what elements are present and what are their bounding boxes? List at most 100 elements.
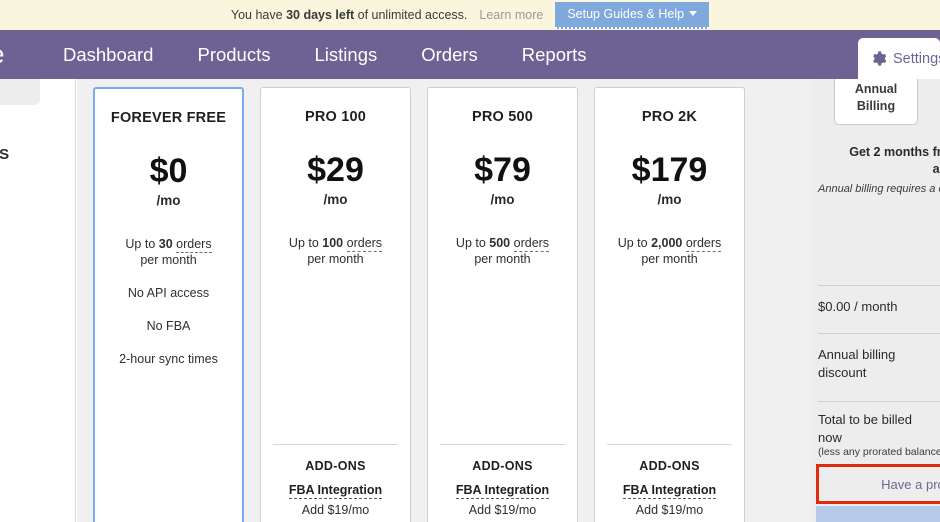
plan-feature-sync: 2-hour sync times bbox=[119, 352, 218, 366]
plan-feature-list: Up to 100 orders per month bbox=[261, 235, 410, 267]
feature-order-count: 500 bbox=[489, 236, 511, 250]
discount-label: Annual billing discount bbox=[818, 347, 896, 380]
addon-price: Add $19/mo bbox=[468, 503, 537, 517]
summary-divider-mid bbox=[818, 333, 940, 334]
plan-title: PRO 100 bbox=[304, 109, 367, 125]
feature-orders-tooltip[interactable]: orders bbox=[346, 236, 383, 252]
summary-divider-bottom bbox=[818, 401, 940, 402]
feature-period: per month bbox=[307, 252, 364, 266]
promo-code-link[interactable]: Have a promo bbox=[829, 477, 940, 492]
plan-price-period: /mo bbox=[156, 193, 181, 208]
summary-divider-top bbox=[818, 285, 940, 286]
learn-more-link[interactable]: Learn more bbox=[479, 8, 543, 22]
addon-fba-integration[interactable]: FBA Integration bbox=[455, 483, 550, 499]
feature-period: per month bbox=[641, 252, 698, 266]
plan-feature-list: Up to 500 orders per month bbox=[428, 235, 577, 267]
plan-price: $0 bbox=[149, 152, 188, 190]
plan-card-pro-2k[interactable]: PRO 2K $179 /mo Up to 2,000 orders per m… bbox=[594, 87, 745, 522]
plan-feature-orders: Up to 500 orders per month bbox=[455, 235, 550, 267]
feature-prefix: Up to bbox=[288, 236, 323, 250]
left-sidebar: NGS s bbox=[0, 79, 76, 522]
plan-price: $29 bbox=[307, 151, 364, 189]
plan-title: PRO 500 bbox=[471, 109, 534, 125]
trial-banner-text: You have 30 days left of unlimited acces… bbox=[231, 8, 468, 22]
addon-fba-integration[interactable]: FBA Integration bbox=[288, 483, 383, 499]
plan-price-period: /mo bbox=[657, 192, 682, 207]
trial-text-prefix: You have bbox=[230, 8, 287, 22]
monthly-total-value: $0.00 / month bbox=[818, 299, 898, 314]
trial-text-suffix: of unlimited access. bbox=[354, 8, 468, 22]
nav-item-orders[interactable]: Orders bbox=[399, 44, 500, 66]
plans-area: FOREVER FREE $0 /mo Up to 30 orders per … bbox=[77, 79, 812, 522]
main-navbar: e Dashboard Products Listings Orders Rep… bbox=[0, 30, 940, 79]
feature-order-count: 30 bbox=[158, 237, 173, 251]
plan-card-pro-100[interactable]: PRO 100 $29 /mo Up to 100 orders per mon… bbox=[260, 87, 411, 522]
feature-prefix: Up to bbox=[617, 236, 652, 250]
feature-period: per month bbox=[140, 253, 197, 267]
nav-item-reports[interactable]: Reports bbox=[500, 44, 609, 66]
plan-feature-list: Up to 2,000 orders per month bbox=[595, 235, 744, 267]
addons-title: ADD-ONS bbox=[639, 459, 700, 473]
total-sublabel: (less any prorated balance) bbox=[818, 446, 940, 459]
plan-title: PRO 2K bbox=[641, 109, 698, 125]
addons-divider bbox=[440, 444, 565, 445]
plan-card-pro-500[interactable]: PRO 500 $79 /mo Up to 500 orders per mon… bbox=[427, 87, 578, 522]
addon-price: Add $19/mo bbox=[301, 503, 370, 517]
annual-promo-note: Get 2 months free with annual b bbox=[849, 145, 940, 176]
billing-summary-panel: Annual Billing Get 2 months free with an… bbox=[812, 79, 940, 522]
setup-guides-help-label: Setup Guides & Help bbox=[567, 6, 685, 21]
sidebar-heading: NGS bbox=[0, 146, 10, 163]
plan-feature-orders: Up to 30 orders per month bbox=[125, 236, 212, 268]
feature-prefix: Up to bbox=[125, 237, 159, 251]
feature-period: per month bbox=[474, 252, 531, 266]
nav-item-listings[interactable]: Listings bbox=[293, 44, 400, 66]
addons-title: ADD-ONS bbox=[305, 459, 366, 473]
select-plan-button[interactable]: Select plan and enter payment bbox=[816, 506, 940, 522]
addon-price: Add $19/mo bbox=[635, 503, 704, 517]
nav-item-products[interactable]: Products bbox=[175, 44, 292, 66]
sidebar-chip bbox=[0, 79, 40, 105]
plan-feature-api: No API access bbox=[127, 286, 210, 300]
plan-price: $79 bbox=[474, 151, 531, 189]
plan-addons: ADD-ONS FBA Integration Add $19/mo bbox=[428, 444, 577, 522]
settings-tab-label: Settings bbox=[893, 50, 940, 67]
nav-items: Dashboard Products Listings Orders Repor… bbox=[41, 44, 609, 66]
total-label: Total to be billed now bbox=[818, 412, 912, 445]
promo-code-highlight: Have a promo bbox=[816, 464, 940, 504]
summary-row-discount: Annual billing discount bbox=[812, 346, 940, 381]
feature-orders-tooltip[interactable]: orders bbox=[513, 236, 550, 252]
trial-banner: You have 30 days left of unlimited acces… bbox=[0, 0, 940, 30]
annual-billing-toggle[interactable]: Annual Billing bbox=[834, 79, 918, 125]
feature-prefix: Up to bbox=[455, 236, 490, 250]
addons-divider bbox=[607, 444, 732, 445]
plan-price-period: /mo bbox=[323, 192, 348, 207]
annual-billing-line2: Billing bbox=[856, 99, 896, 113]
feature-orders-tooltip[interactable]: orders bbox=[176, 237, 212, 253]
addon-fba-integration[interactable]: FBA Integration bbox=[622, 483, 717, 499]
addons-divider bbox=[273, 444, 398, 445]
plan-price: $179 bbox=[631, 151, 708, 189]
plan-feature-orders: Up to 100 orders per month bbox=[288, 235, 383, 267]
feature-order-count: 100 bbox=[322, 236, 344, 250]
annual-billing-line1: Annual bbox=[854, 82, 898, 97]
feature-orders-tooltip[interactable]: orders bbox=[685, 236, 722, 252]
annual-promo-fine-print: Annual billing requires a c bbox=[818, 183, 940, 195]
plan-feature-list: Up to 30 orders per month No API access … bbox=[95, 236, 242, 367]
addons-title: ADD-ONS bbox=[472, 459, 533, 473]
plan-title: FOREVER FREE bbox=[110, 110, 227, 126]
setup-guides-help-button[interactable]: Setup Guides & Help bbox=[555, 1, 710, 29]
summary-row-monthly: $0.00 / month bbox=[812, 298, 940, 316]
brand-logo[interactable]: e bbox=[0, 39, 19, 70]
trial-days-left: 30 days left bbox=[286, 8, 355, 22]
chevron-down-icon bbox=[689, 11, 698, 16]
nav-item-dashboard[interactable]: Dashboard bbox=[41, 44, 176, 66]
plan-feature-fba: No FBA bbox=[146, 319, 191, 333]
plan-card-forever-free[interactable]: FOREVER FREE $0 /mo Up to 30 orders per … bbox=[93, 87, 244, 522]
page-body: NGS s FOREVER FREE $0 /mo Up to 30 order… bbox=[0, 79, 940, 522]
feature-order-count: 2,000 bbox=[651, 236, 683, 250]
summary-row-total: Total to be billed now (less any prorate… bbox=[812, 411, 940, 458]
plan-price-period: /mo bbox=[490, 192, 515, 207]
plan-addons: ADD-ONS FBA Integration Add $19/mo bbox=[261, 444, 410, 522]
settings-tab[interactable]: Settings bbox=[858, 38, 940, 79]
gear-icon bbox=[873, 51, 887, 66]
